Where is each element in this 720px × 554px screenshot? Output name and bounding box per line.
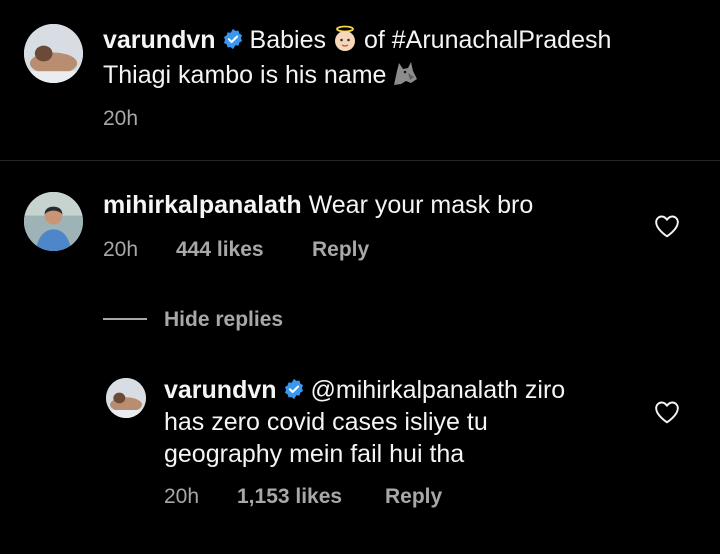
comment-username[interactable]: mihirkalpanalath — [103, 191, 302, 219]
comment-heart-icon[interactable] — [654, 214, 680, 238]
hide-replies-line — [103, 318, 147, 320]
reply-line-2: has zero covid cases isliye tu — [164, 405, 488, 439]
post-caption-line-2: Thiagi kambo is his name — [103, 58, 424, 92]
reply-username[interactable]: varundvn — [164, 376, 277, 404]
comment-likes[interactable]: 444 likes — [176, 236, 264, 264]
post-username[interactable]: varundvn — [103, 26, 216, 54]
post-caption-text-2: Thiagi kambo is his name — [103, 61, 387, 89]
reply-text-1: @mihirkalpanalath ziro — [310, 376, 566, 404]
comment-reply-button[interactable]: Reply — [312, 236, 369, 264]
reply-likes[interactable]: 1,153 likes — [237, 483, 342, 511]
baby-angel-emoji — [330, 24, 360, 54]
verified-badge-icon — [283, 378, 305, 400]
post-caption-part-2: of #ArunachalPradesh — [363, 26, 612, 54]
reply-avatar[interactable] — [106, 378, 146, 418]
reply-time: 20h — [164, 485, 200, 508]
post-caption-part-1: Babies — [249, 26, 326, 54]
reply-text-3: geography mein fail hui tha — [164, 440, 465, 468]
caption-divider — [0, 160, 720, 161]
reply-text-2: has zero covid cases isliye tu — [164, 408, 488, 436]
reply-reply-button[interactable]: Reply — [385, 483, 442, 511]
hide-replies-button[interactable]: Hide replies — [164, 306, 283, 334]
comment-line: mihirkalpanalath Wear your mask bro — [103, 188, 533, 222]
post-avatar[interactable] — [24, 24, 83, 83]
reply-line-1: varundvn @mihirkalpanalath ziro — [164, 373, 565, 407]
comment-text: Wear your mask bro — [308, 191, 534, 219]
post-time: 20h — [103, 107, 139, 130]
wolf-emoji — [390, 59, 420, 89]
comment-time: 20h — [103, 238, 139, 261]
post-caption-line-1: varundvn Babies of #ArunachalPradesh — [103, 23, 611, 57]
reply-heart-icon[interactable] — [654, 400, 680, 424]
comment-avatar[interactable] — [24, 192, 83, 251]
verified-badge-icon — [222, 28, 244, 50]
reply-line-3: geography mein fail hui tha — [164, 437, 464, 471]
